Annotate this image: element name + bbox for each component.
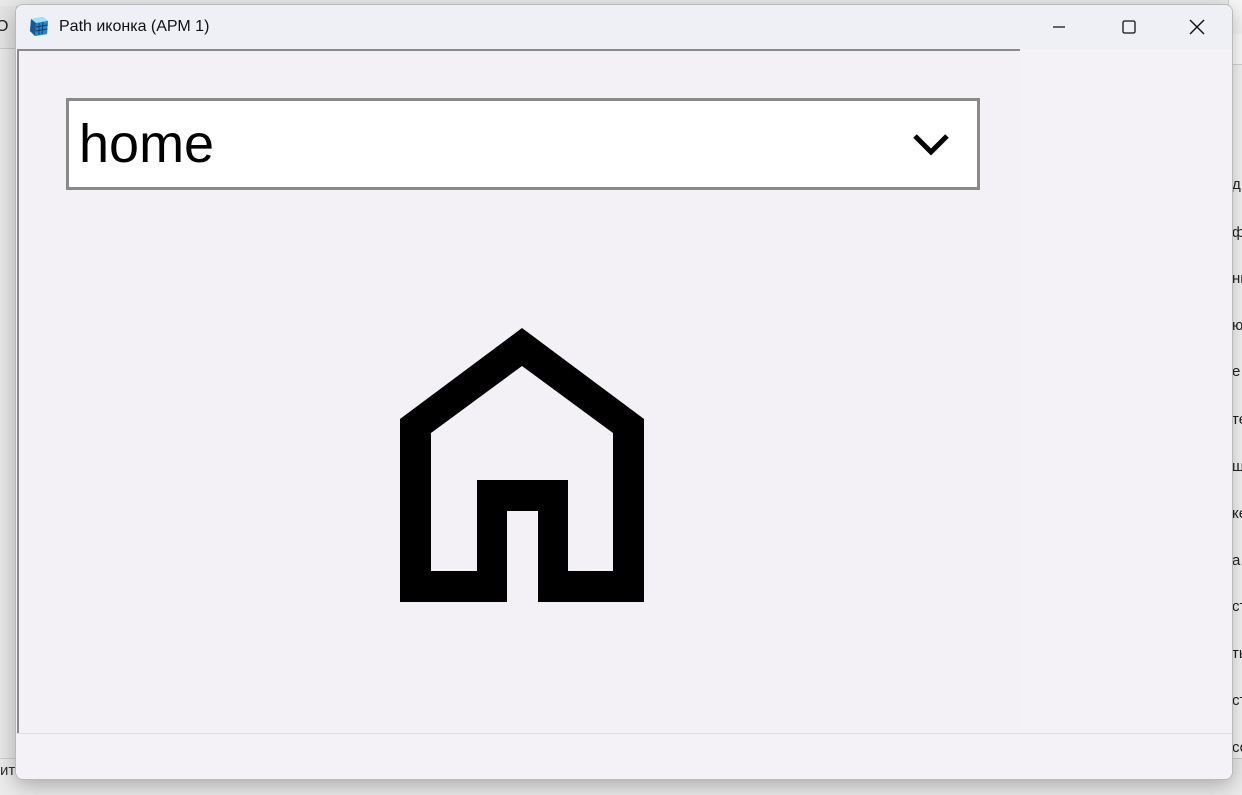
close-icon bbox=[1189, 19, 1205, 35]
background-list-item: нн bbox=[1232, 270, 1242, 287]
background-list-item: ке bbox=[1232, 505, 1242, 522]
side-area bbox=[1020, 49, 1232, 733]
window-footer bbox=[16, 733, 1232, 779]
chevron-down-icon[interactable] bbox=[911, 131, 951, 157]
background-list-item: а bbox=[1232, 552, 1241, 569]
icon-select-dropdown[interactable]: home bbox=[66, 98, 980, 190]
minimize-button[interactable] bbox=[1024, 5, 1094, 49]
background-status-text: итр bbox=[0, 762, 16, 779]
home-icon bbox=[400, 328, 644, 602]
close-button[interactable] bbox=[1162, 5, 1232, 49]
icon-preview-panel: home bbox=[17, 49, 1022, 735]
background-list-item: ст bbox=[1232, 692, 1242, 709]
background-list-item: те bbox=[1232, 411, 1242, 428]
path-icon-window: Path иконка (АРМ 1) home bbox=[15, 4, 1233, 780]
background-list-item: ш bbox=[1232, 458, 1242, 475]
maximize-button[interactable] bbox=[1094, 5, 1164, 49]
background-list-item: ть bbox=[1232, 645, 1242, 662]
background-list-item: е bbox=[1232, 363, 1241, 380]
background-list-item: ст bbox=[1232, 598, 1242, 615]
background-list-item: ф bbox=[1232, 224, 1242, 241]
background-list-item: ю bbox=[1232, 317, 1242, 334]
icon-select-value: home bbox=[79, 114, 215, 174]
window-title: Path иконка (АРМ 1) bbox=[59, 18, 210, 35]
minimize-icon bbox=[1053, 26, 1065, 28]
app-icon bbox=[30, 17, 48, 36]
background-list-item: д bbox=[1232, 176, 1241, 193]
maximize-icon bbox=[1122, 20, 1136, 34]
title-bar[interactable]: Path иконка (АРМ 1) bbox=[16, 5, 1232, 49]
